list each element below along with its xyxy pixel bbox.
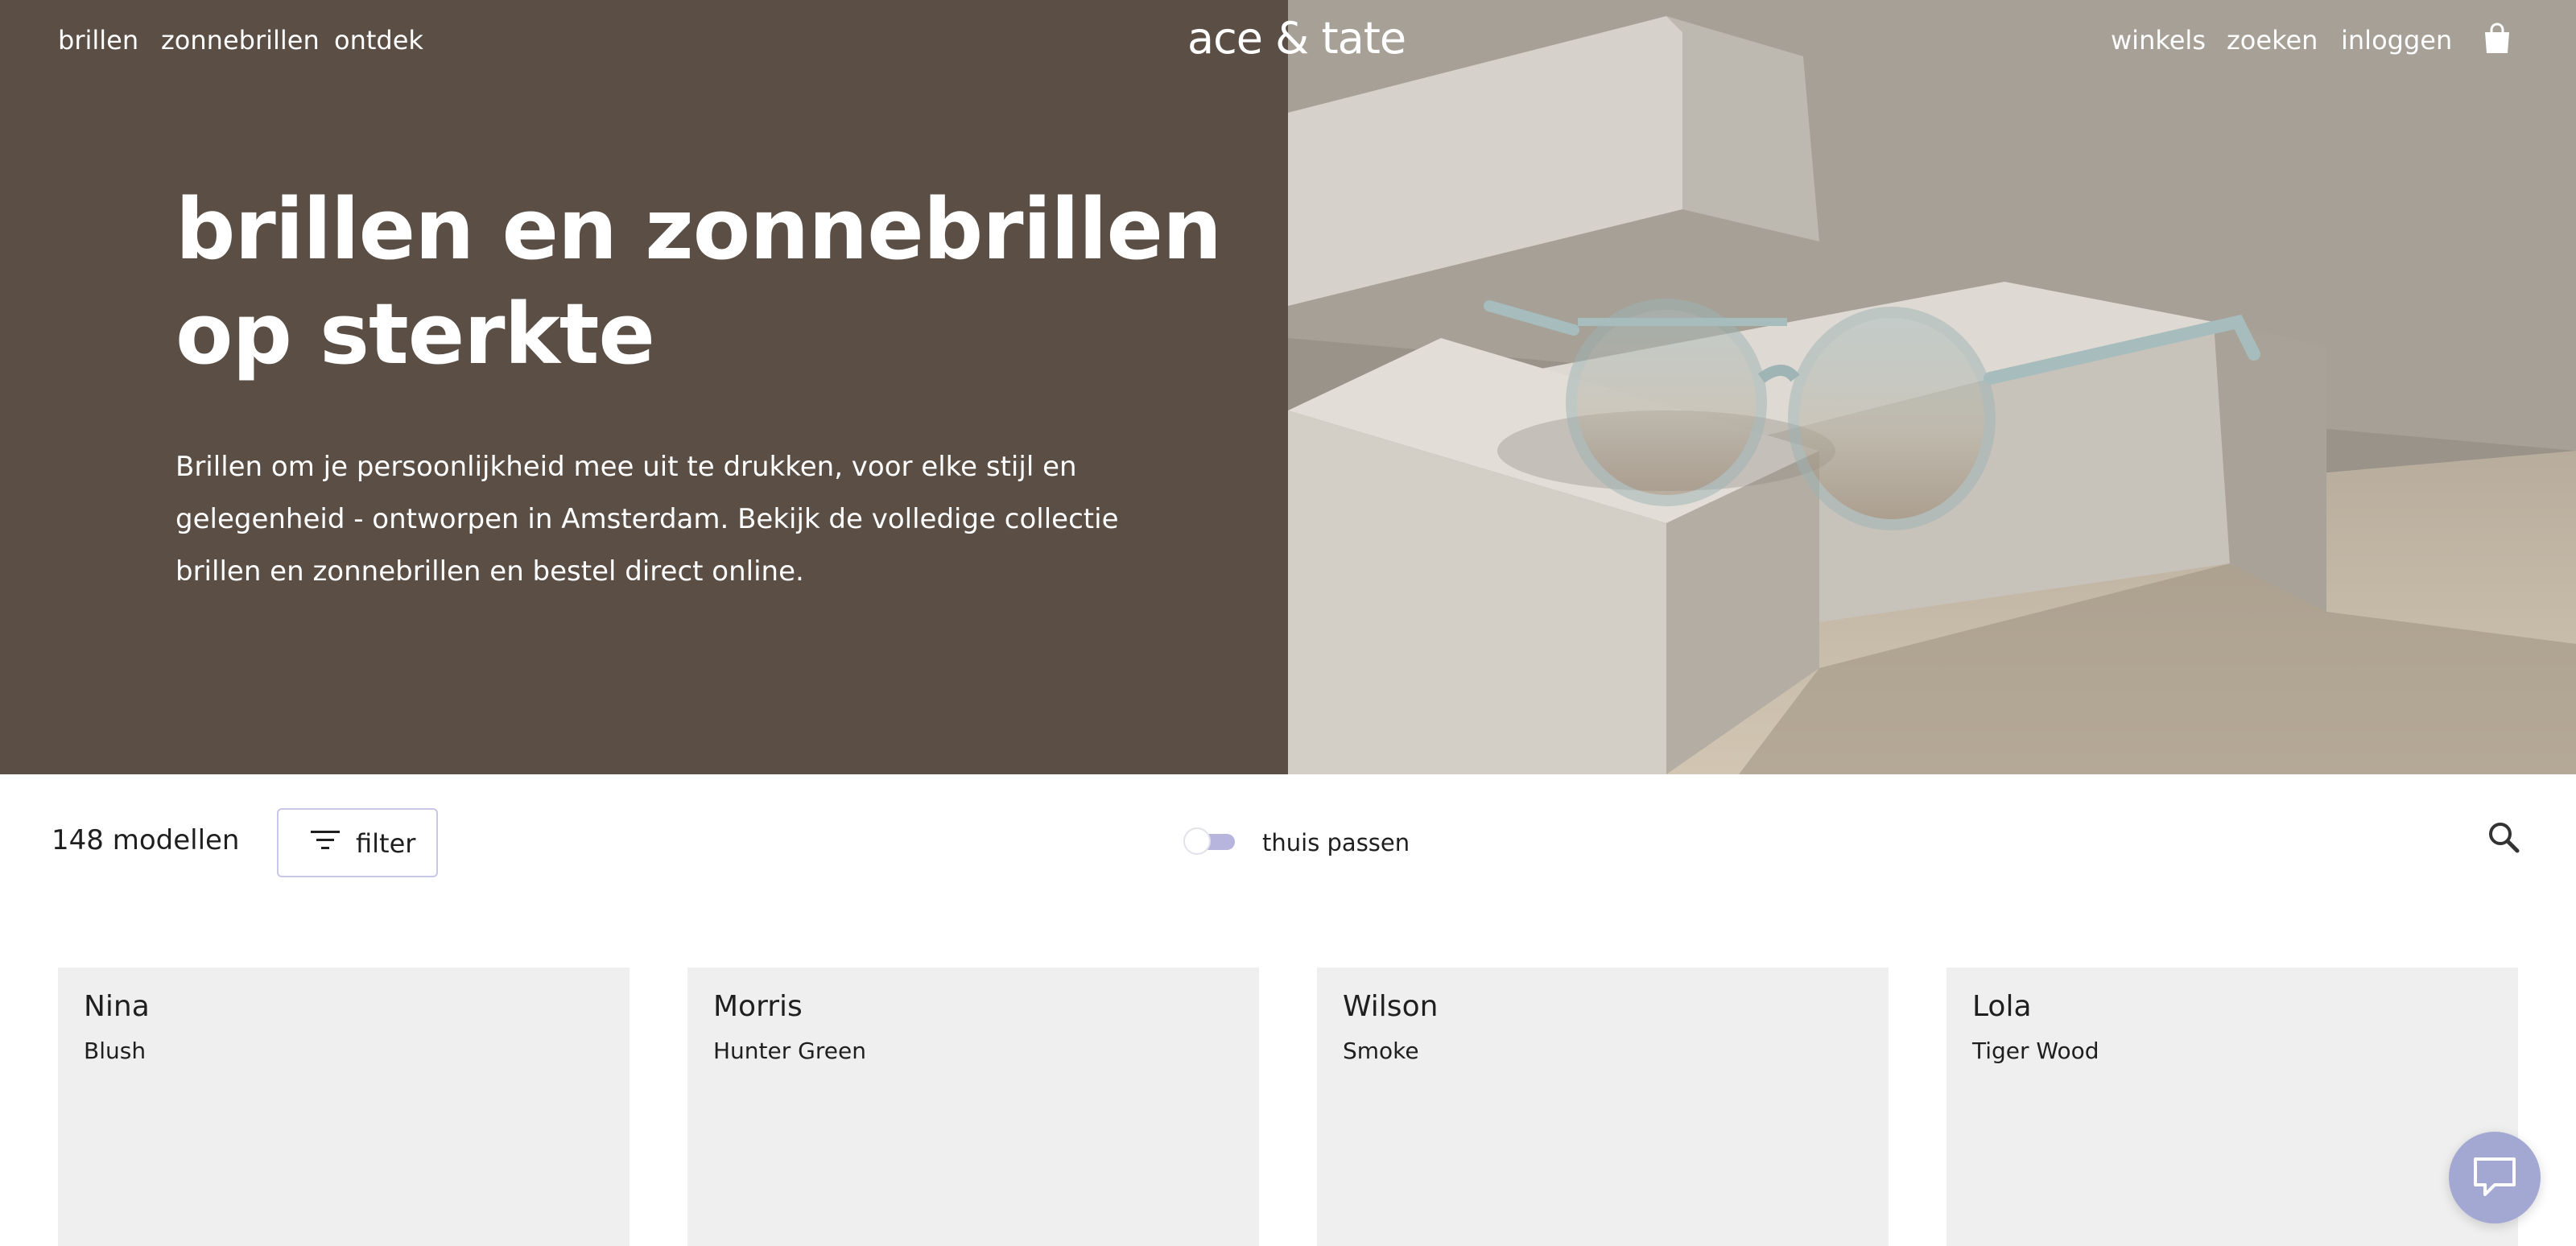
product-card[interactable]: Wilson Smoke (1317, 968, 1889, 1246)
home-try-on-toggle[interactable] (1183, 827, 1238, 855)
product-name: Nina (84, 990, 150, 1023)
product-name: Lola (1972, 990, 2032, 1023)
hero-text-panel (0, 0, 1288, 774)
product-color: Tiger Wood (1972, 1038, 2099, 1064)
top-navigation: brillen zonnebrillen ontdek ace & tate w… (0, 0, 2576, 80)
page-title-line-2: op sterkte (175, 285, 655, 383)
hero-description: Brillen om je persoonlijkheid mee uit te… (175, 451, 1119, 588)
nav-link-inloggen[interactable]: inloggen (2341, 24, 2452, 56)
nav-link-ontdek[interactable]: ontdek (334, 24, 423, 56)
brand-logo[interactable]: ace & tate (1187, 13, 1406, 64)
hero-image (1288, 0, 2576, 774)
home-try-on-label: thuis passen (1262, 829, 1410, 856)
nav-link-winkels[interactable]: winkels (2111, 24, 2206, 56)
nav-link-brillen[interactable]: brillen (58, 24, 138, 56)
toggle-knob (1183, 827, 1211, 855)
page-title: brillen en zonnebrillen op sterkte (175, 177, 1222, 386)
chat-button[interactable] (2449, 1132, 2541, 1223)
search-icon[interactable] (2486, 819, 2521, 855)
hero-banner (0, 0, 2576, 774)
model-count: 148 modellen (52, 824, 240, 856)
product-color: Smoke (1343, 1038, 1419, 1064)
product-card[interactable]: Lola Tiger Wood (1946, 968, 2518, 1246)
filter-button[interactable]: filter (277, 808, 438, 877)
nav-link-zonnebrillen[interactable]: zonnebrillen (161, 24, 320, 56)
product-name: Wilson (1343, 990, 1439, 1023)
product-color: Hunter Green (713, 1038, 866, 1064)
nav-link-zoeken[interactable]: zoeken (2227, 24, 2318, 56)
filter-label: filter (356, 828, 416, 859)
page-title-line-1: brillen en zonnebrillen (175, 180, 1222, 278)
chat-icon (2474, 1157, 2516, 1196)
product-card[interactable]: Nina Blush (58, 968, 630, 1246)
product-name: Morris (713, 990, 803, 1023)
filter-icon (311, 831, 340, 849)
product-card[interactable]: Morris Hunter Green (687, 968, 1259, 1246)
glasses-on-blocks-illustration (1288, 0, 2576, 774)
shopping-bag-icon[interactable] (2483, 23, 2512, 55)
product-color: Blush (84, 1038, 147, 1064)
